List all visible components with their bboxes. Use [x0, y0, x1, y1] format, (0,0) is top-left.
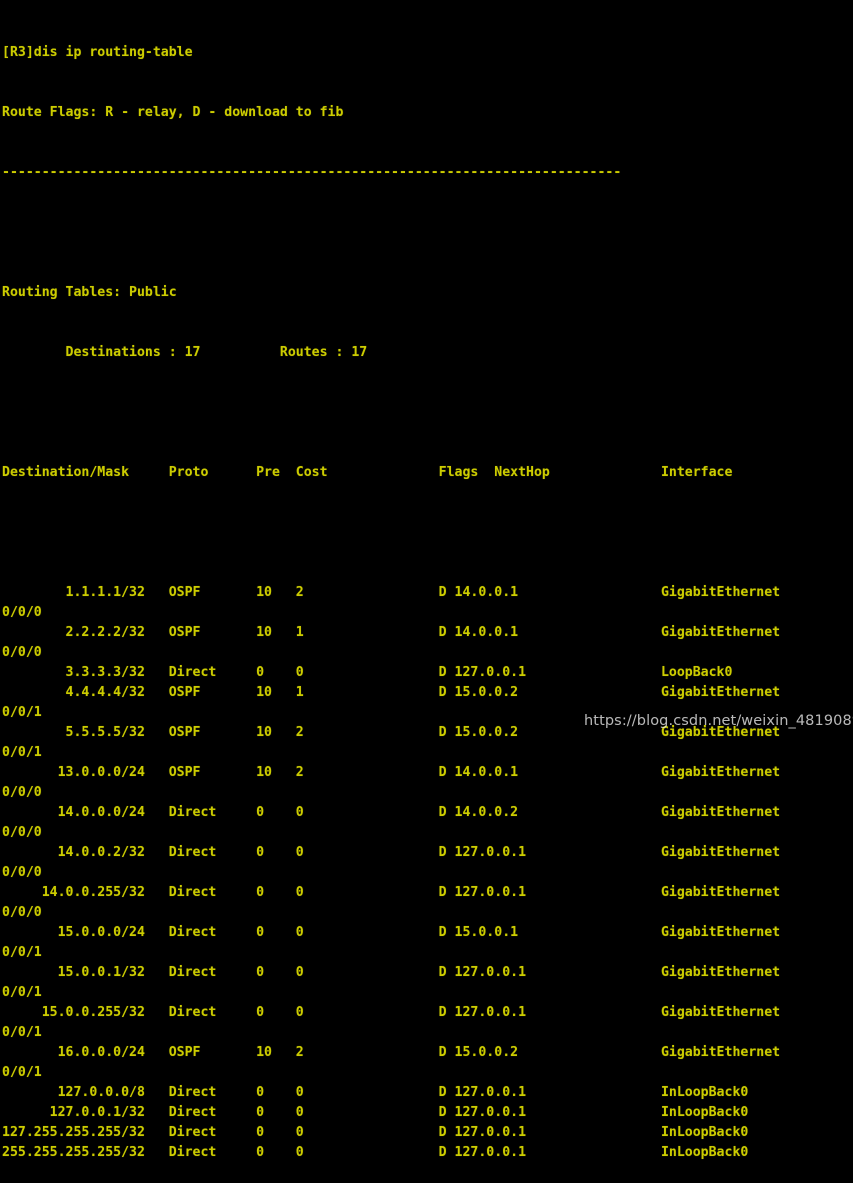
route-row-interface-continuation: 0/0/0 [2, 865, 42, 880]
route-row: 13.0.0.0/24 OSPF 10 2 D 14.0.0.1 Gigabit… [2, 765, 781, 780]
table-header-row: Destination/Mask Proto Pre Cost Flags Ne… [2, 465, 733, 480]
counts-line: Destinations : 17 Routes : 17 [2, 345, 368, 360]
blank-line-1 [2, 223, 853, 243]
route-row-interface-continuation: 0/0/0 [2, 645, 42, 660]
route-row: 255.255.255.255/32 Direct 0 0 D 127.0.0.… [2, 1145, 749, 1160]
blank-line-3 [2, 523, 853, 543]
route-row: 15.0.0.1/32 Direct 0 0 D 127.0.0.1 Gigab… [2, 965, 781, 980]
route-row: 127.255.255.255/32 Direct 0 0 D 127.0.0.… [2, 1125, 749, 1140]
route-row: 15.0.0.0/24 Direct 0 0 D 15.0.0.1 Gigabi… [2, 925, 781, 940]
route-row: 4.4.4.4/32 OSPF 10 1 D 15.0.0.2 GigabitE… [2, 685, 781, 700]
terminal-output[interactable]: [R3]dis ip routing-table Route Flags: R … [0, 0, 853, 1160]
route-row-interface-continuation: 0/0/0 [2, 905, 42, 920]
route-row-interface-continuation: 0/0/1 [2, 705, 42, 720]
route-row-interface-continuation: 0/0/1 [2, 745, 42, 760]
route-row: 1.1.1.1/32 OSPF 10 2 D 14.0.0.1 GigabitE… [2, 585, 781, 600]
route-row-interface-continuation: 0/0/0 [2, 605, 42, 620]
route-row-interface-continuation: 0/0/0 [2, 825, 42, 840]
route-row: 3.3.3.3/32 Direct 0 0 D 127.0.0.1 LoopBa… [2, 665, 733, 680]
route-row: 127.0.0.0/8 Direct 0 0 D 127.0.0.1 InLoo… [2, 1085, 749, 1100]
route-row: 127.0.0.1/32 Direct 0 0 D 127.0.0.1 InLo… [2, 1105, 749, 1120]
route-row: 5.5.5.5/32 OSPF 10 2 D 15.0.0.2 GigabitE… [2, 725, 781, 740]
route-row: 2.2.2.2/32 OSPF 10 1 D 14.0.0.1 GigabitE… [2, 625, 781, 640]
route-row-interface-continuation: 0/0/1 [2, 985, 42, 1000]
route-row: 14.0.0.0/24 Direct 0 0 D 14.0.0.2 Gigabi… [2, 805, 781, 820]
command-prompt-line: [R3]dis ip routing-table [2, 45, 193, 60]
route-table-body: 1.1.1.1/32 OSPF 10 2 D 14.0.0.1 GigabitE… [2, 583, 853, 1163]
route-row-interface-continuation: 0/0/1 [2, 1025, 42, 1040]
route-row: 16.0.0.0/24 OSPF 10 2 D 15.0.0.2 Gigabit… [2, 1045, 781, 1060]
route-row: 15.0.0.255/32 Direct 0 0 D 127.0.0.1 Gig… [2, 1005, 781, 1020]
route-row-interface-continuation: 0/0/1 [2, 945, 42, 960]
route-row: 14.0.0.255/32 Direct 0 0 D 127.0.0.1 Gig… [2, 885, 781, 900]
route-row-interface-continuation: 0/0/0 [2, 785, 42, 800]
route-flags-line: Route Flags: R - relay, D - download to … [2, 105, 344, 120]
route-row: 14.0.0.2/32 Direct 0 0 D 127.0.0.1 Gigab… [2, 845, 781, 860]
separator-line: ----------------------------------------… [2, 165, 622, 180]
blank-line-2 [2, 403, 853, 423]
route-row-interface-continuation: 0/0/1 [2, 1065, 42, 1080]
routing-tables-label: Routing Tables: Public [2, 285, 177, 300]
